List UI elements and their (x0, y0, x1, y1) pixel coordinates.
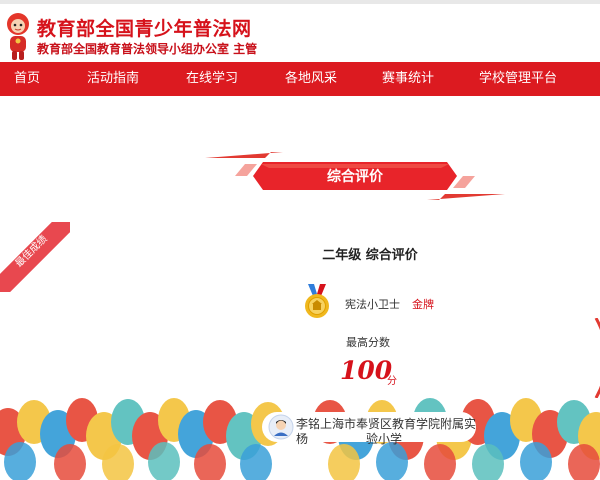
nav-item-school-platform[interactable]: 学校管理平台 (479, 62, 557, 96)
nav-item-home[interactable]: 首页 (14, 62, 40, 96)
school-name-part2: 验小学 (366, 432, 403, 446)
best-score-ribbon: 最佳成绩 (0, 222, 70, 292)
student-avatar-icon (268, 414, 294, 440)
site-title[interactable]: 教育部全国青少年普法网 (37, 14, 252, 41)
main-nav: 首页 活动指南 在线学习 各地风采 赛事统计 学校管理平台 (0, 62, 600, 96)
student-name: 杨 (296, 432, 309, 446)
score-value: 100 (340, 356, 393, 385)
achievement-level: 金牌 (412, 298, 434, 311)
school-name-part1: 上海市奉贤区教育学院附属实 (320, 417, 477, 431)
banner-title: 综合评价 (327, 169, 383, 185)
score-unit: 分 (387, 376, 397, 387)
decorative-arc (594, 318, 600, 398)
nav-item-statistics[interactable]: 赛事统计 (382, 62, 434, 96)
site-subtitle: 教育部全国教育普法领导小组办公室 主管 (37, 42, 258, 56)
site-header: 教育部全国青少年普法网 教育部全国教育普法领导小组办公室 主管 (0, 4, 600, 62)
best-score-label: 最高分数 (346, 336, 390, 349)
nav-item-guide[interactable]: 活动指南 (87, 62, 139, 96)
student-name-prefix: 李铭 (296, 417, 321, 431)
grade-title: 二年级 综合评价 (322, 248, 418, 263)
nav-item-online-learning[interactable]: 在线学习 (186, 62, 238, 96)
gold-medal-icon (305, 284, 329, 318)
mascot-icon (7, 13, 29, 60)
nav-item-regional[interactable]: 各地风采 (285, 62, 337, 96)
school-name-line2: 杨 验小学 (296, 430, 402, 447)
ribbon-label: 最佳成绩 (13, 233, 50, 270)
achievement-name: 宪法小卫士 (345, 298, 400, 311)
